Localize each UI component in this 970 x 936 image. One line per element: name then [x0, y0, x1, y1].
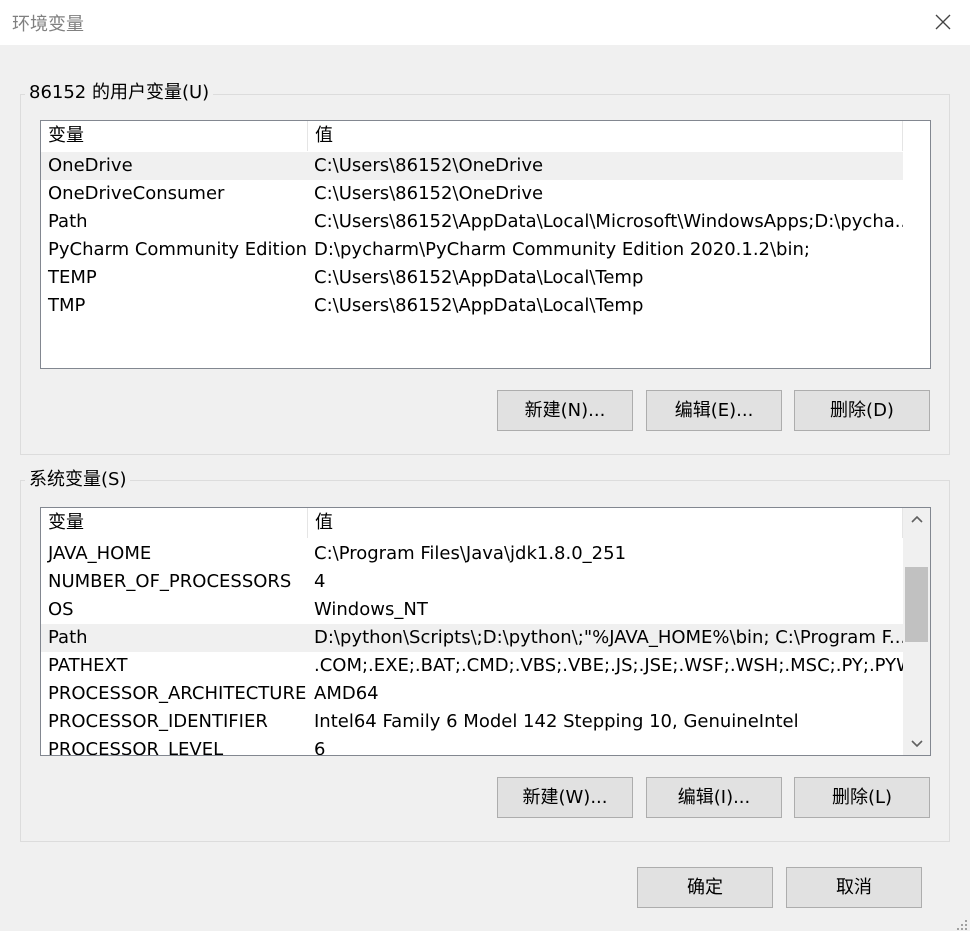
system-var-row-pathext[interactable]: PATHEXT .COM;.EXE;.BAT;.CMD;.VBS;.VBE;.J… [41, 652, 903, 680]
scroll-down-button[interactable] [903, 733, 930, 755]
close-button[interactable] [916, 0, 970, 45]
var-value: Intel64 Family 6 Model 142 Stepping 10, … [314, 711, 799, 732]
system-var-row-java-home[interactable]: JAVA_HOME C:\Program Files\Java\jdk1.8.0… [41, 540, 903, 568]
var-name: TMP [48, 295, 86, 316]
user-vars-list[interactable]: 变量 值 OneDrive C:\Users\86152\OneDrive On… [40, 120, 931, 369]
user-var-row-path[interactable]: Path C:\Users\86152\AppData\Local\Micros… [41, 208, 903, 236]
var-name: NUMBER_OF_PROCESSORS [48, 571, 292, 592]
var-value: D:\python\Scripts\;D:\python\;"%JAVA_HOM… [314, 627, 903, 648]
user-var-row-tmp[interactable]: TMP C:\Users\86152\AppData\Local\Temp [41, 292, 903, 320]
var-name: PROCESSOR_IDENTIFIER [48, 711, 268, 732]
var-name: Path [48, 627, 88, 648]
var-value: D:\pycharm\PyCharm Community Edition 202… [314, 239, 810, 260]
system-vars-legend: 系统变量(S) [25, 469, 131, 491]
user-var-row-onedrive[interactable]: OneDrive C:\Users\86152\OneDrive [41, 152, 903, 180]
user-var-row-onedriveconsumer[interactable]: OneDriveConsumer C:\Users\86152\OneDrive [41, 180, 903, 208]
title-bar: 环境变量 [0, 0, 970, 45]
scroll-thumb[interactable] [905, 567, 928, 642]
var-name: PROCESSOR_LEVEL [48, 739, 224, 756]
var-name: TEMP [48, 267, 97, 288]
system-var-row-processor-identifier[interactable]: PROCESSOR_IDENTIFIER Intel64 Family 6 Mo… [41, 708, 903, 736]
var-value: AMD64 [314, 683, 379, 704]
var-name: OneDrive [48, 155, 133, 176]
var-name: OS [48, 599, 74, 620]
system-delete-button[interactable]: 删除(L) [794, 777, 930, 818]
system-var-row-number-of-processors[interactable]: NUMBER_OF_PROCESSORS 4 [41, 568, 903, 596]
system-new-button[interactable]: 新建(W)... [497, 777, 633, 818]
var-value: 4 [314, 571, 326, 592]
user-vars-legend: 86152 的用户变量(U) [25, 82, 214, 104]
var-name: PATHEXT [48, 655, 128, 676]
var-name: OneDriveConsumer [48, 183, 225, 204]
window-title: 环境变量 [12, 14, 84, 35]
var-name: Path [48, 211, 88, 232]
ok-button[interactable]: 确定 [637, 867, 773, 908]
user-new-button[interactable]: 新建(N)... [497, 390, 633, 431]
cancel-button[interactable]: 取消 [786, 867, 922, 908]
user-var-row-pycharm[interactable]: PyCharm Community Edition D:\pycharm\PyC… [41, 236, 903, 264]
var-name: PyCharm Community Edition [48, 239, 307, 260]
chevron-up-icon [910, 515, 923, 523]
scroll-up-button[interactable] [903, 508, 930, 530]
column-header-value[interactable]: 值 [308, 508, 903, 538]
var-value: 6 [314, 739, 326, 756]
resize-grip-icon[interactable] [954, 915, 968, 930]
var-name: JAVA_HOME [48, 543, 152, 564]
var-value: .COM;.EXE;.BAT;.CMD;.VBS;.VBE;.JS;.JSE;.… [314, 655, 903, 676]
user-delete-button[interactable]: 删除(D) [794, 390, 930, 431]
system-vars-scrollbar[interactable] [903, 508, 930, 755]
var-value: C:\Users\86152\AppData\Local\Temp [314, 295, 644, 316]
var-value: Windows_NT [314, 599, 428, 620]
chevron-down-icon [910, 740, 923, 748]
var-value: C:\Users\86152\AppData\Local\Microsoft\W… [314, 211, 903, 232]
var-value: C:\Program Files\Java\jdk1.8.0_251 [314, 543, 627, 564]
system-vars-list[interactable]: 变量 值 JAVA_HOME C:\Program Files\Java\jdk… [40, 507, 931, 756]
user-edit-button[interactable]: 编辑(E)... [646, 390, 782, 431]
system-var-row-processor-architecture[interactable]: PROCESSOR_ARCHITECTURE AMD64 [41, 680, 903, 708]
column-header-value[interactable]: 值 [308, 121, 903, 151]
system-var-row-processor-level[interactable]: PROCESSOR_LEVEL 6 [41, 736, 903, 756]
var-value: C:\Users\86152\OneDrive [314, 155, 544, 176]
column-header-variable[interactable]: 变量 [41, 508, 308, 538]
system-edit-button[interactable]: 编辑(I)... [646, 777, 782, 818]
system-vars-header: 变量 值 [41, 508, 903, 538]
var-value: C:\Users\86152\AppData\Local\Temp [314, 267, 644, 288]
user-var-row-temp[interactable]: TEMP C:\Users\86152\AppData\Local\Temp [41, 264, 903, 292]
system-var-row-os[interactable]: OS Windows_NT [41, 596, 903, 624]
system-var-row-path[interactable]: Path D:\python\Scripts\;D:\python\;"%JAV… [41, 624, 903, 652]
user-vars-header: 变量 值 [41, 121, 903, 151]
var-value: C:\Users\86152\OneDrive [314, 183, 544, 204]
var-name: PROCESSOR_ARCHITECTURE [48, 683, 307, 704]
dialog-body: 86152 的用户变量(U) 变量 值 OneDrive C:\Users\86… [0, 45, 970, 931]
close-icon [935, 14, 951, 30]
column-header-variable[interactable]: 变量 [41, 121, 308, 151]
